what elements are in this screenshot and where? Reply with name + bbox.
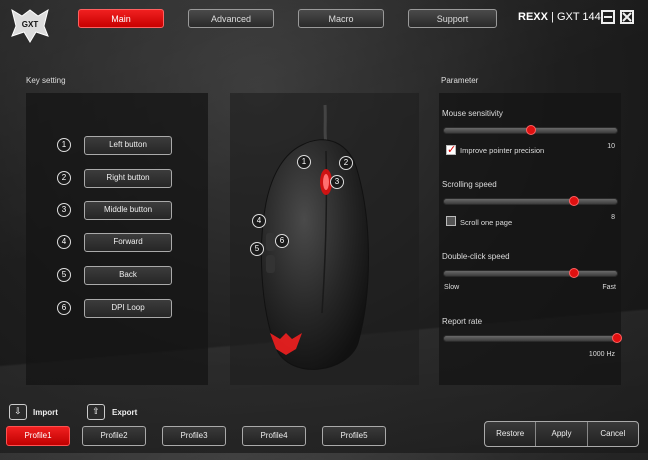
scroll-one-page-checkbox[interactable] [446, 216, 456, 226]
close-button[interactable] [620, 10, 634, 24]
export-button[interactable]: ⇧ [87, 404, 105, 420]
dpi-loop-assign[interactable]: DPI Loop [84, 299, 172, 318]
mouse-sensitivity-label: Mouse sensitivity [442, 109, 503, 118]
double-click-speed-slider[interactable] [443, 268, 618, 278]
report-rate-value: 1000 Hz [588, 351, 615, 358]
scrolling-speed-slider[interactable] [443, 196, 618, 206]
mouse-sensitivity-knob[interactable] [525, 125, 536, 135]
mouse-sensitivity-slider[interactable] [443, 125, 618, 135]
close-icon [622, 12, 632, 22]
tab-macro[interactable]: Macro [298, 9, 384, 28]
profile-5-button[interactable]: Profile5 [322, 426, 386, 446]
export-icon: ⇧ [92, 407, 100, 417]
tab-support[interactable]: Support [408, 9, 497, 28]
scrolling-speed-label: Scrolling speed [442, 180, 497, 189]
double-click-fast-label: Fast [602, 284, 616, 291]
product-brand: REXX [518, 11, 548, 23]
scrolling-speed-knob[interactable] [568, 196, 579, 206]
key-number-6: 6 [57, 301, 71, 315]
mouse-marker-4: 4 [252, 214, 266, 228]
right-button-assign[interactable]: Right button [84, 169, 172, 188]
back-button-assign[interactable]: Back [84, 266, 172, 285]
key-number-3: 3 [57, 203, 71, 217]
mouse-image [230, 93, 419, 385]
mouse-marker-5: 5 [250, 242, 264, 256]
scrolling-speed-value: 8 [611, 214, 615, 221]
double-click-speed-label: Double-click speed [442, 252, 510, 261]
key-number-4: 4 [57, 235, 71, 249]
report-rate-knob[interactable] [612, 333, 622, 343]
mouse-marker-1: 1 [297, 155, 311, 169]
report-rate-slider[interactable] [443, 333, 622, 343]
minimize-button[interactable] [601, 10, 615, 24]
mouse-marker-2: 2 [339, 156, 353, 170]
mouse-marker-3: 3 [330, 175, 344, 189]
trust-gxt-logo: GXT [8, 6, 52, 46]
profile-1-button[interactable]: Profile1 [6, 426, 70, 446]
forward-button-assign[interactable]: Forward [84, 233, 172, 252]
product-model: GXT 144 [556, 11, 601, 23]
left-button-assign[interactable]: Left button [84, 136, 172, 155]
profile-2-button[interactable]: Profile2 [82, 426, 146, 446]
logo-text: GXT [22, 20, 39, 29]
apply-button[interactable]: Apply [536, 422, 588, 446]
action-bar: Restore Apply Cancel [484, 421, 639, 447]
export-label[interactable]: Export [112, 408, 137, 417]
import-button[interactable]: ⇩ [9, 404, 27, 420]
minimize-icon [604, 16, 612, 18]
tab-main[interactable]: Main [78, 9, 164, 28]
double-click-slow-label: Slow [444, 284, 460, 291]
key-number-1: 1 [57, 138, 71, 152]
report-rate-label: Report rate [442, 317, 483, 326]
improve-pointer-precision-label: Improve pointer precision [460, 146, 545, 155]
tab-advanced[interactable]: Advanced [188, 9, 274, 28]
middle-button-assign[interactable]: Middle button [84, 201, 172, 220]
scroll-one-page-label: Scroll one page [460, 218, 513, 227]
mouse-sensitivity-value: 10 [607, 143, 615, 150]
double-click-speed-knob[interactable] [568, 268, 579, 278]
cancel-button[interactable]: Cancel [588, 422, 638, 446]
import-label[interactable]: Import [33, 408, 58, 417]
key-number-5: 5 [57, 268, 71, 282]
profile-4-button[interactable]: Profile4 [242, 426, 306, 446]
mouse-marker-6: 6 [275, 234, 289, 248]
parameter-title: Parameter [441, 76, 479, 85]
product-separator: | [551, 11, 554, 23]
restore-button[interactable]: Restore [485, 422, 537, 446]
improve-pointer-precision-checkbox[interactable] [446, 143, 456, 156]
import-icon: ⇩ [14, 407, 22, 417]
profile-3-button[interactable]: Profile3 [162, 426, 226, 446]
product-name: REXX | GXT 144 [518, 11, 601, 23]
key-setting-title: Key setting [26, 76, 66, 85]
key-number-2: 2 [57, 171, 71, 185]
